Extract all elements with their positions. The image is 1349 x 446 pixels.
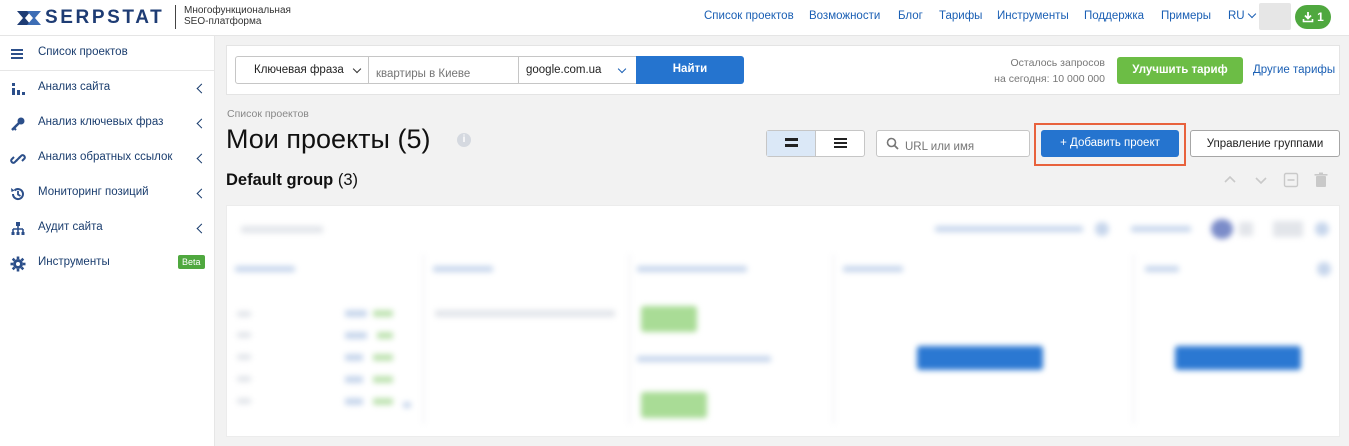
sidebar: Список проектов Анализ сайта Анализ ключ…: [0, 36, 215, 446]
sidebar-item-position-monitoring[interactable]: Мониторинг позиций: [0, 176, 215, 211]
tagline-line-2: SEO-платформа: [184, 16, 262, 27]
chevron-down-icon: [617, 64, 627, 74]
link-icon: [10, 154, 26, 164]
sidebar-item-site-audit[interactable]: Аудит сайта: [0, 211, 215, 246]
search-type-select[interactable]: Ключевая фраза: [235, 56, 369, 84]
sidebar-item-label: Аудит сайта: [38, 221, 103, 233]
blurred-content: [227, 206, 1339, 436]
requests-quota: Осталось запросов на сегодня: 10 000 000: [972, 55, 1105, 87]
find-button[interactable]: Найти: [636, 56, 744, 84]
chevron-left-icon: [196, 153, 207, 164]
language-label: RU: [1228, 10, 1245, 22]
upgrade-plan-button[interactable]: Улучшить тариф: [1117, 57, 1243, 84]
chevron-left-icon: [196, 223, 207, 234]
quota-line-1: Осталось запросов: [1010, 57, 1105, 69]
project-card-blurred: [226, 205, 1340, 437]
page-title: Мои проекты (5): [226, 124, 431, 154]
search-engine-value: google.com.ua: [526, 64, 602, 76]
manage-groups-button[interactable]: Управление группами: [1190, 130, 1340, 157]
list-view-icon: [834, 138, 847, 150]
logo-text: SERPSTAT: [45, 7, 165, 28]
move-up-icon[interactable]: [1221, 172, 1239, 188]
sidebar-item-label: Анализ обратных ссылок: [38, 151, 173, 163]
download-icon: [1302, 12, 1314, 23]
chevron-down-icon: [352, 64, 362, 74]
group-title: Default group (3): [226, 171, 358, 190]
topnav-pricing-link[interactable]: Тарифы: [939, 10, 982, 22]
top-bar: SERPSTAT Многофункциональная SEO-платфор…: [0, 0, 1349, 36]
sidebar-item-label: Мониторинг позиций: [38, 186, 149, 198]
sidebar-item-site-analysis[interactable]: Анализ сайта: [0, 71, 215, 106]
sidebar-item-label: Список проектов: [38, 46, 128, 58]
gear-icon: [10, 256, 26, 272]
search-icon: [886, 137, 899, 150]
serpstat-logo[interactable]: SERPSTAT: [17, 7, 164, 29]
downloads-count: 1: [1317, 10, 1324, 24]
topnav-examples-link[interactable]: Примеры: [1161, 10, 1211, 22]
collapse-icon[interactable]: [1282, 172, 1300, 188]
chevron-down-icon: [1247, 9, 1256, 19]
chevron-left-icon: [196, 83, 207, 94]
tagline: Многофункциональная SEO-платформа: [175, 5, 291, 29]
position-monitoring-icon: [11, 188, 24, 201]
topnav-features-link[interactable]: Возможности: [809, 10, 880, 22]
language-selector[interactable]: RU: [1228, 9, 1256, 22]
quota-line-2: на сегодня: 10 000 000: [994, 73, 1105, 85]
downloads-button[interactable]: 1: [1295, 5, 1331, 29]
card-view-icon: [785, 138, 798, 150]
add-project-button[interactable]: + Добавить проект: [1041, 130, 1179, 157]
project-search-input[interactable]: [876, 130, 1030, 157]
key-icon: [11, 117, 25, 131]
sidebar-item-backlink-analysis[interactable]: Анализ обратных ссылок: [0, 141, 215, 176]
menu-icon: [11, 49, 23, 59]
sidebar-item-keyword-analysis[interactable]: Анализ ключевых фраз: [0, 106, 215, 141]
other-tariffs-link[interactable]: Другие тарифы: [1253, 64, 1335, 76]
view-toggle: [766, 130, 865, 157]
chevron-left-icon: [196, 118, 207, 129]
view-list-button[interactable]: [816, 131, 864, 156]
sidebar-item-label: Анализ сайта: [38, 81, 111, 93]
search-panel: Ключевая фраза google.com.ua Найти Остал…: [226, 45, 1340, 95]
site-audit-icon: [11, 222, 25, 235]
search-query-input[interactable]: [369, 56, 519, 84]
serpstat-logo-icon: [17, 11, 41, 25]
site-analysis-icon: [12, 83, 25, 95]
tagline-line-1: Многофункциональная: [184, 5, 291, 16]
view-card-button[interactable]: [767, 131, 816, 156]
sidebar-item-label: Анализ ключевых фраз: [38, 116, 164, 128]
info-icon[interactable]: i: [457, 133, 471, 147]
avatar[interactable]: [1259, 3, 1291, 30]
chevron-left-icon: [196, 188, 207, 199]
topnav-tools-link[interactable]: Инструменты: [997, 10, 1069, 22]
trash-icon[interactable]: [1312, 172, 1330, 188]
sidebar-item-projects[interactable]: Список проектов: [0, 36, 215, 71]
search-type-value: Ключевая фраза: [254, 64, 344, 76]
breadcrumb[interactable]: Список проектов: [227, 108, 309, 120]
beta-badge: Beta: [178, 255, 205, 269]
sidebar-item-tools[interactable]: Инструменты Beta: [0, 246, 215, 281]
search-engine-select[interactable]: google.com.ua: [519, 56, 637, 84]
sidebar-item-label: Инструменты: [38, 256, 110, 268]
move-down-icon[interactable]: [1252, 172, 1270, 188]
topnav-projects-link[interactable]: Список проектов: [704, 10, 794, 22]
group-name: Default group: [226, 171, 334, 189]
topnav-blog-link[interactable]: Блог: [898, 10, 923, 22]
topnav-support-link[interactable]: Поддержка: [1084, 10, 1144, 22]
group-count: (3): [337, 171, 359, 189]
